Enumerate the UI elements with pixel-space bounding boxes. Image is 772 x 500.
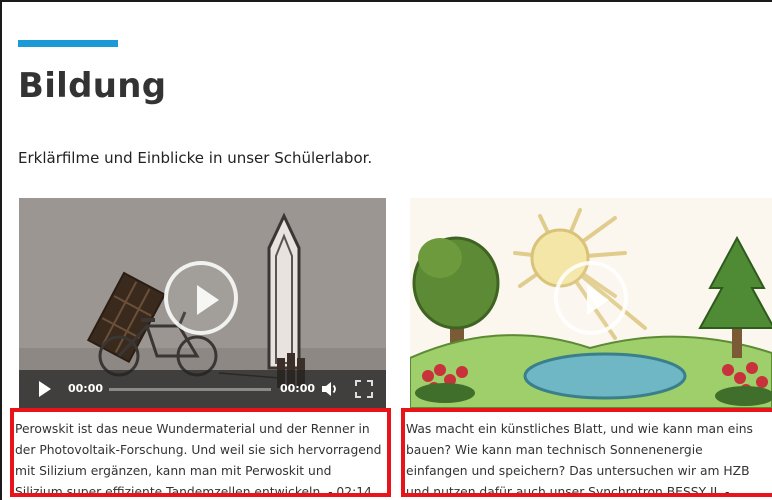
- play-icon: [197, 285, 219, 315]
- current-time: 00:00: [68, 382, 104, 395]
- video-play-button[interactable]: [554, 261, 628, 335]
- volume-icon[interactable]: [320, 379, 340, 399]
- page-title: Bildung: [18, 66, 167, 106]
- video-controls: 00:00 00:00: [19, 370, 386, 408]
- control-play-icon[interactable]: [39, 381, 51, 397]
- title-accent-bar: [18, 40, 118, 47]
- video-kuenstliches-blatt[interactable]: [410, 198, 772, 408]
- duration: 00:00: [280, 382, 316, 395]
- fullscreen-icon[interactable]: [355, 380, 373, 398]
- video-play-button[interactable]: [164, 261, 238, 335]
- progress-bar[interactable]: [109, 388, 271, 391]
- play-icon: [587, 285, 609, 315]
- intro-text: Erklärfilme und Einblicke in unser Schül…: [18, 149, 373, 167]
- video-caption-perowskit: Perowskit ist das neue Wundermaterial un…: [10, 408, 391, 497]
- video-caption-kuenstliches-blatt: Was macht ein künstliches Blatt, und wie…: [401, 408, 772, 497]
- video-perowskit[interactable]: 00:00 00:00: [19, 198, 386, 408]
